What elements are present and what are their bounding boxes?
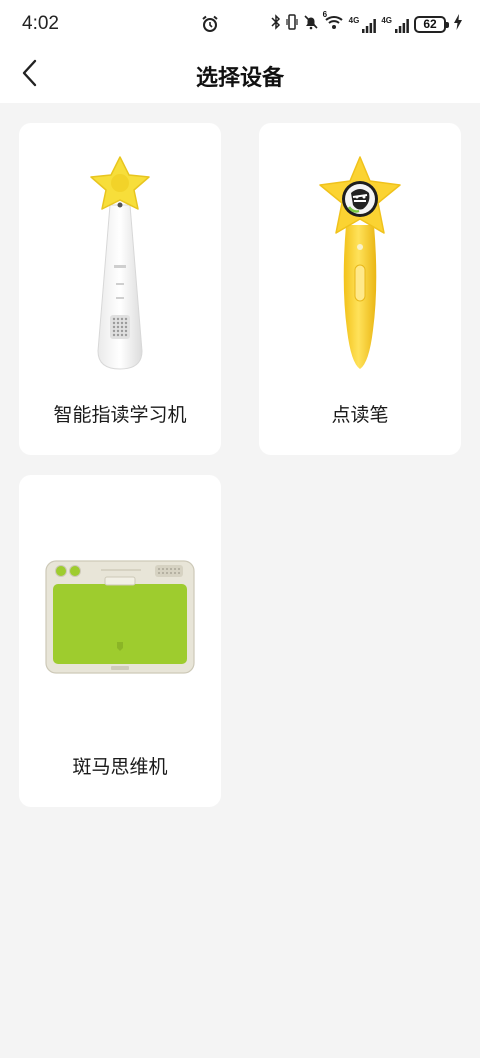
device-label: 点读笔 (331, 404, 389, 426)
vibrate-icon (286, 14, 298, 34)
device-label: 智能指读学习机 (53, 404, 187, 426)
wifi-badge: 6 (322, 10, 328, 19)
app-bar: 选择设备 (0, 48, 480, 103)
smart-reading-device-image (80, 155, 160, 375)
device-label: 斑马思维机 (72, 756, 168, 778)
status-bar: 4:02 6 4G 4G 62 (0, 0, 480, 48)
device-card-smart-reader[interactable]: 智能指读学习机 (19, 123, 221, 455)
charging-icon (454, 14, 462, 34)
signal-label: 4G (381, 15, 392, 25)
bluetooth-icon (271, 14, 281, 34)
mute-icon (303, 14, 319, 34)
device-card-reading-pen[interactable]: 点读笔 (259, 123, 461, 455)
page-title: 选择设备 (195, 66, 284, 91)
device-grid: 智能指读学习机 点读笔 斑马思维机 (19, 123, 462, 807)
wifi-icon: 6 (323, 10, 344, 34)
alarm-icon (201, 15, 219, 37)
status-icons: 6 4G 4G 62 (271, 10, 462, 35)
battery-icon: 62 (414, 15, 449, 33)
signal-label: 4G (348, 15, 360, 25)
signal-icon: 4G (381, 16, 409, 33)
signal-icon: 4G (349, 16, 377, 33)
reading-pen-image (313, 155, 407, 371)
zebra-thinking-machine-image (45, 560, 195, 675)
device-card-zebra-thinking-machine[interactable]: 斑马思维机 (19, 475, 221, 807)
status-time: 4:02 (22, 13, 59, 34)
